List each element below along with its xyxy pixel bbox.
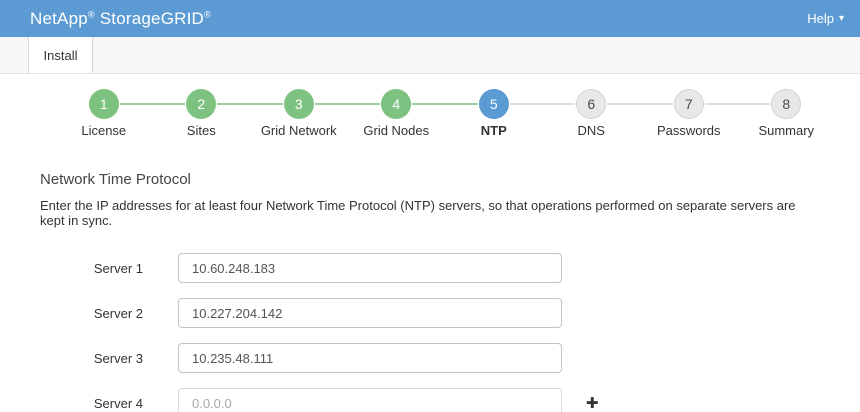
- server-4-label: Server 4: [0, 396, 143, 411]
- page-title: Network Time Protocol: [40, 171, 860, 188]
- step-1-circle: 1: [89, 89, 119, 119]
- step-2-sites: 2 Sites: [153, 89, 251, 138]
- server-1-input[interactable]: [178, 253, 562, 283]
- step-8-circle: 8: [771, 89, 801, 119]
- step-4-label: Grid Nodes: [348, 123, 446, 138]
- brand-name: NetApp: [30, 9, 88, 28]
- server-4-input[interactable]: [178, 388, 562, 412]
- add-server-button[interactable]: ✚: [586, 396, 599, 411]
- server-2-label: Server 2: [0, 306, 143, 321]
- app-header: NetApp®StorageGRID® Help ▾: [0, 0, 860, 37]
- registered-mark: ®: [88, 9, 95, 19]
- step-4-circle: 4: [381, 89, 411, 119]
- server-4-row: Server 4 ✚: [0, 388, 860, 412]
- step-8-summary: 8 Summary: [738, 89, 836, 138]
- step-6-circle: 6: [576, 89, 606, 119]
- page-description: Enter the IP addresses for at least four…: [40, 198, 820, 228]
- step-6-label: DNS: [543, 123, 641, 138]
- server-2-input[interactable]: [178, 298, 562, 328]
- server-2-row: Server 2: [0, 298, 860, 328]
- step-2-label: Sites: [153, 123, 251, 138]
- step-3-label: Grid Network: [250, 123, 348, 138]
- step-5-label: NTP: [445, 123, 543, 138]
- step-2-circle: 2: [186, 89, 216, 119]
- step-4-grid-nodes: 4 Grid Nodes: [348, 89, 446, 138]
- product-name: StorageGRID: [100, 9, 204, 28]
- step-3-grid-network: 3 Grid Network: [250, 89, 348, 138]
- ntp-server-form: Server 1 Server 2 Server 3 Server 4 ✚: [0, 253, 860, 412]
- step-3-circle: 3: [284, 89, 314, 119]
- app-title: NetApp®StorageGRID®: [30, 9, 211, 29]
- registered-mark: ®: [204, 9, 211, 19]
- step-6-dns: 6 DNS: [543, 89, 641, 138]
- help-menu[interactable]: Help ▾: [807, 11, 844, 26]
- step-5-circle: 5: [479, 89, 509, 119]
- step-1-label: License: [55, 123, 153, 138]
- step-1-license: 1 License: [55, 89, 153, 138]
- step-8-label: Summary: [738, 123, 836, 138]
- server-3-input[interactable]: [178, 343, 562, 373]
- help-label: Help: [807, 11, 834, 26]
- server-1-row: Server 1: [0, 253, 860, 283]
- step-7-passwords: 7 Passwords: [640, 89, 738, 138]
- plus-icon: ✚: [586, 395, 599, 412]
- step-5-ntp: 5 NTP: [445, 89, 543, 138]
- server-3-row: Server 3: [0, 343, 860, 373]
- step-7-label: Passwords: [640, 123, 738, 138]
- server-3-label: Server 3: [0, 351, 143, 366]
- nav-spacer: [0, 37, 28, 73]
- install-progress-stepper: 1 License 2 Sites 3 Grid Network 4 Grid …: [55, 89, 835, 138]
- step-7-circle: 7: [674, 89, 704, 119]
- caret-down-icon: ▾: [839, 13, 844, 24]
- tab-install-label: Install: [44, 48, 78, 63]
- tab-install[interactable]: Install: [28, 37, 93, 73]
- server-1-label: Server 1: [0, 261, 143, 276]
- nav-tab-bar: Install: [0, 37, 860, 74]
